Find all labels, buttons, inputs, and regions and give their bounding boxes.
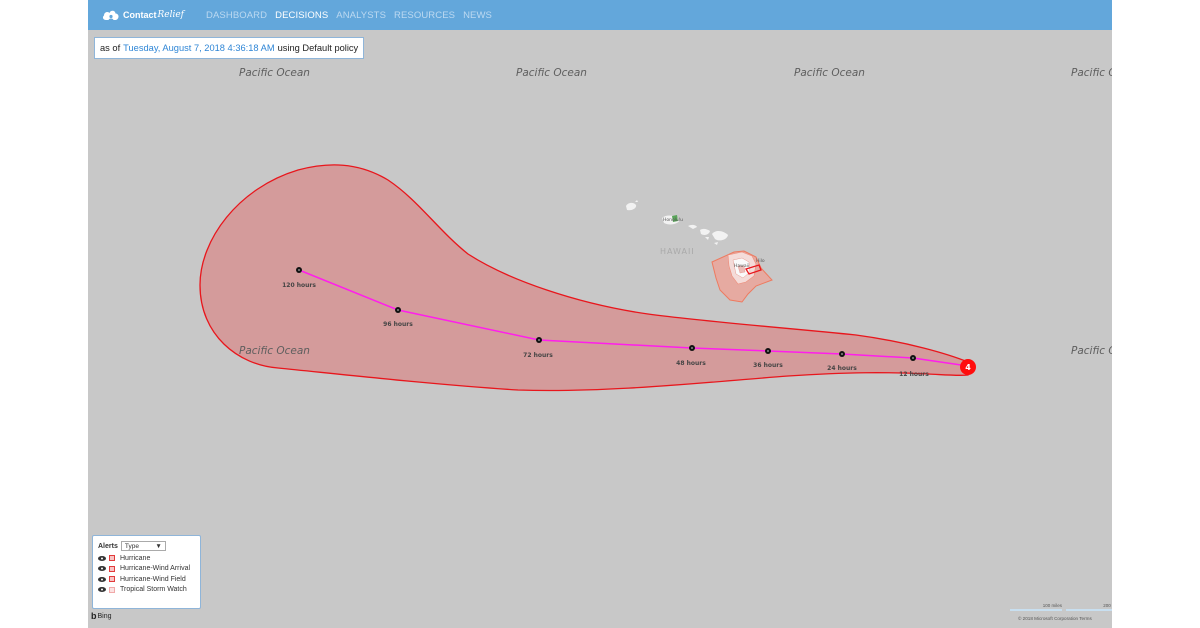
alerts-legend: Alerts Type ▼ Hurricane Hurricane-Wind A…: [92, 535, 201, 609]
caret-down-icon: ▼: [155, 542, 162, 550]
map-copyright[interactable]: © 2018 Microsoft Corporation Terms: [1018, 616, 1092, 621]
tropical-storm-swatch: [109, 586, 115, 593]
status-timestamp[interactable]: Tuesday, August 7, 2018 4:36:18 AM: [123, 43, 274, 53]
place-label-hawaii: Hawaii: [734, 263, 749, 269]
legend-item-label: Hurricane-Wind Arrival: [120, 565, 191, 573]
forecast-label: 12 hours: [899, 371, 929, 378]
eye-icon[interactable]: [98, 555, 106, 561]
legend-item: Hurricane-Wind Field: [98, 574, 195, 585]
legend-item: Hurricane: [98, 553, 195, 564]
eye-icon[interactable]: [98, 566, 106, 572]
forecast-label: 72 hours: [523, 352, 553, 359]
nav-decisions[interactable]: DECISIONS: [275, 10, 328, 21]
app-window: Contact Relief DASHBOARD DECISIONS ANALY…: [88, 0, 1112, 628]
place-label-hilo: Hilo: [756, 258, 765, 264]
top-navigation-bar: Contact Relief DASHBOARD DECISIONS ANALY…: [88, 0, 1112, 30]
scale-km: 200 km: [1066, 603, 1112, 611]
wind-field-swatch: [109, 576, 115, 583]
forecast-point-48h[interactable]: [689, 345, 695, 351]
wind-arrival-swatch: [109, 565, 115, 572]
nav-dashboard[interactable]: DASHBOARD: [206, 10, 267, 21]
brand-logo[interactable]: Contact Relief: [102, 9, 184, 21]
legend-item-label: Hurricane-Wind Field: [120, 575, 186, 583]
legend-item: Hurricane-Wind Arrival: [98, 564, 195, 575]
brand-name: Contact: [123, 10, 157, 20]
forecast-label: 24 hours: [827, 365, 857, 372]
map-overlay: Honolulu HAWAII Hawaii Hilo 12 hours 24 …: [199, 164, 976, 392]
policy-status-box: as of Tuesday, August 7, 2018 4:36:18 AM…: [94, 37, 364, 59]
map-scale: 100 miles 200 km: [1010, 603, 1112, 611]
alert-type-select[interactable]: Type ▼: [120, 541, 166, 551]
forecast-point-72h[interactable]: [536, 337, 542, 343]
storm-current-position[interactable]: 4: [960, 359, 976, 375]
ocean-label: Pacific Ocean: [239, 345, 310, 357]
eye-icon[interactable]: [98, 587, 106, 593]
storm-category: 4: [965, 363, 971, 372]
eye-icon[interactable]: [98, 576, 106, 582]
legend-item-label: Tropical Storm Watch: [120, 586, 187, 594]
hawaii-islands: Honolulu HAWAII Hawaii Hilo: [626, 200, 773, 303]
legend-title: Alerts: [98, 542, 118, 550]
status-prefix: as of: [100, 43, 121, 53]
bing-logo-icon: b: [91, 611, 97, 621]
forecast-label: 120 hours: [282, 282, 316, 289]
place-label-honolulu: Honolulu: [663, 217, 683, 223]
hurricane-swatch: [109, 555, 115, 562]
scale-miles: 100 miles: [1010, 603, 1062, 611]
nav-analysts[interactable]: ANALYSTS: [336, 10, 386, 21]
forecast-label: 36 hours: [753, 362, 783, 369]
forecast-point-12h[interactable]: [910, 355, 916, 361]
forecast-point-96h[interactable]: [395, 307, 401, 313]
region-label: HAWAII: [660, 247, 695, 256]
legend-item-label: Hurricane: [120, 554, 151, 562]
brand-name-script: Relief: [157, 10, 185, 20]
bing-attribution[interactable]: b Bing: [91, 611, 112, 621]
map-canvas[interactable]: Pacific Ocean Pacific Ocean Pacific Ocea…: [88, 30, 1112, 628]
forecast-point-120h[interactable]: [296, 267, 302, 273]
forecast-cone[interactable]: [199, 164, 969, 392]
forecast-label: 96 hours: [383, 321, 413, 328]
legend-item: Tropical Storm Watch: [98, 585, 195, 596]
forecast-point-24h[interactable]: [839, 351, 845, 357]
forecast-label: 48 hours: [676, 360, 706, 367]
bing-label: Bing: [97, 612, 112, 620]
nav-news[interactable]: NEWS: [463, 10, 492, 21]
cloud-logo-icon: [102, 9, 120, 21]
status-suffix: using Default policy: [277, 43, 359, 53]
select-value: Type: [124, 542, 139, 550]
nav-resources[interactable]: RESOURCES: [394, 10, 455, 21]
forecast-point-36h[interactable]: [765, 348, 771, 354]
